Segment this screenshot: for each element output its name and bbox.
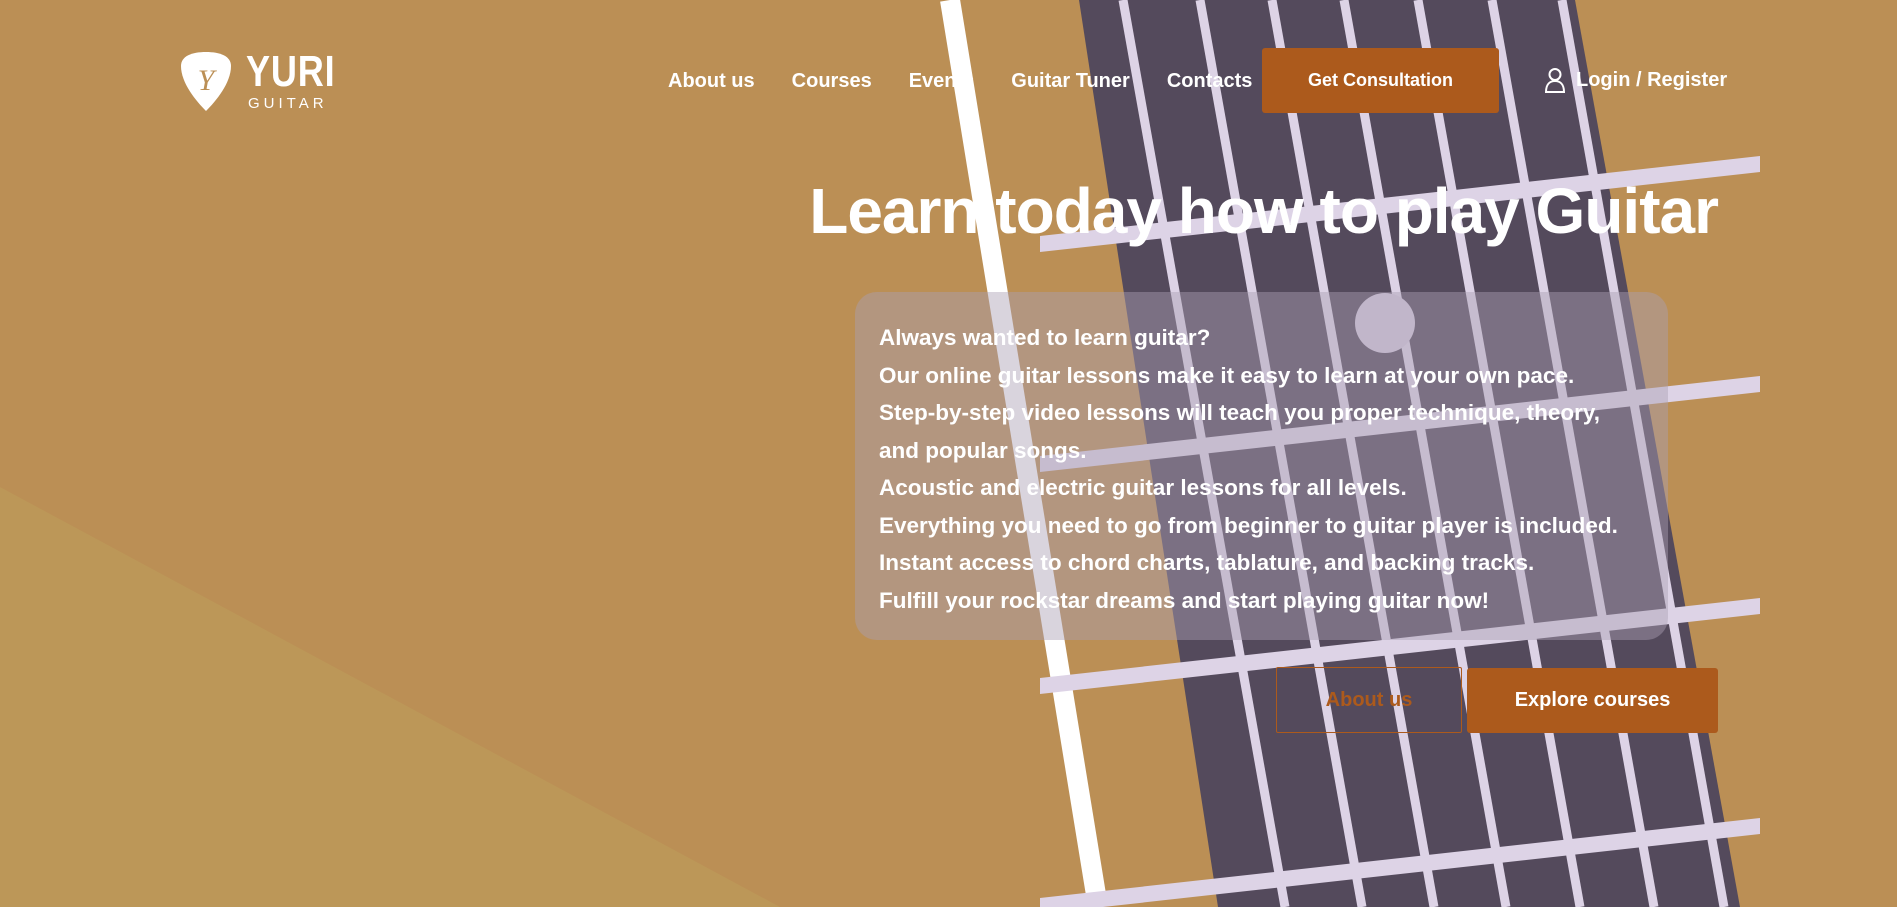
description-line: and popular songs. bbox=[879, 437, 1087, 463]
login-register-label: Login / Register bbox=[1576, 68, 1728, 91]
guitar-pick-icon: Y bbox=[181, 52, 231, 111]
description-line: Acoustic and electric guitar lessons for… bbox=[879, 475, 1407, 500]
explore-courses-button[interactable]: Explore courses bbox=[1467, 668, 1718, 733]
user-icon bbox=[1544, 68, 1566, 93]
description-line: Everything you need to go from beginner … bbox=[879, 512, 1618, 538]
get-consultation-button[interactable]: Get Consultation bbox=[1262, 48, 1499, 113]
login-register-link[interactable]: Login / Register bbox=[1544, 67, 1727, 93]
nav-item-contacts[interactable]: Contacts bbox=[1167, 68, 1253, 94]
nav-item-events[interactable]: Events bbox=[909, 68, 975, 94]
brand-subtitle: GUITAR bbox=[248, 95, 328, 112]
nav-item-guitar-tuner[interactable]: Guitar Tuner bbox=[1011, 68, 1130, 94]
hero-description-card: Always wanted to learn guitar? Our onlin… bbox=[855, 292, 1668, 640]
main-nav: About us Courses Events Guitar Tuner Con… bbox=[668, 68, 1289, 94]
nav-item-courses[interactable]: Courses bbox=[792, 68, 872, 94]
description-line: Instant access to chord charts, tablatur… bbox=[879, 550, 1535, 575]
hero-title: Learn today how to play Guitar bbox=[809, 175, 1719, 247]
description-line: Our online guitar lessons make it easy t… bbox=[879, 362, 1575, 388]
description-line: Always wanted to learn guitar? bbox=[879, 325, 1211, 350]
brand-name: YURI bbox=[246, 47, 336, 96]
description-line: Step-by-step video lessons will teach yo… bbox=[879, 400, 1600, 425]
brand-logo[interactable]: Y YURI GUITAR bbox=[180, 48, 340, 114]
nav-item-about[interactable]: About us bbox=[668, 68, 755, 94]
about-us-button[interactable]: About us bbox=[1276, 667, 1462, 733]
description-line: Fulfill your rockstar dreams and start p… bbox=[879, 587, 1490, 613]
